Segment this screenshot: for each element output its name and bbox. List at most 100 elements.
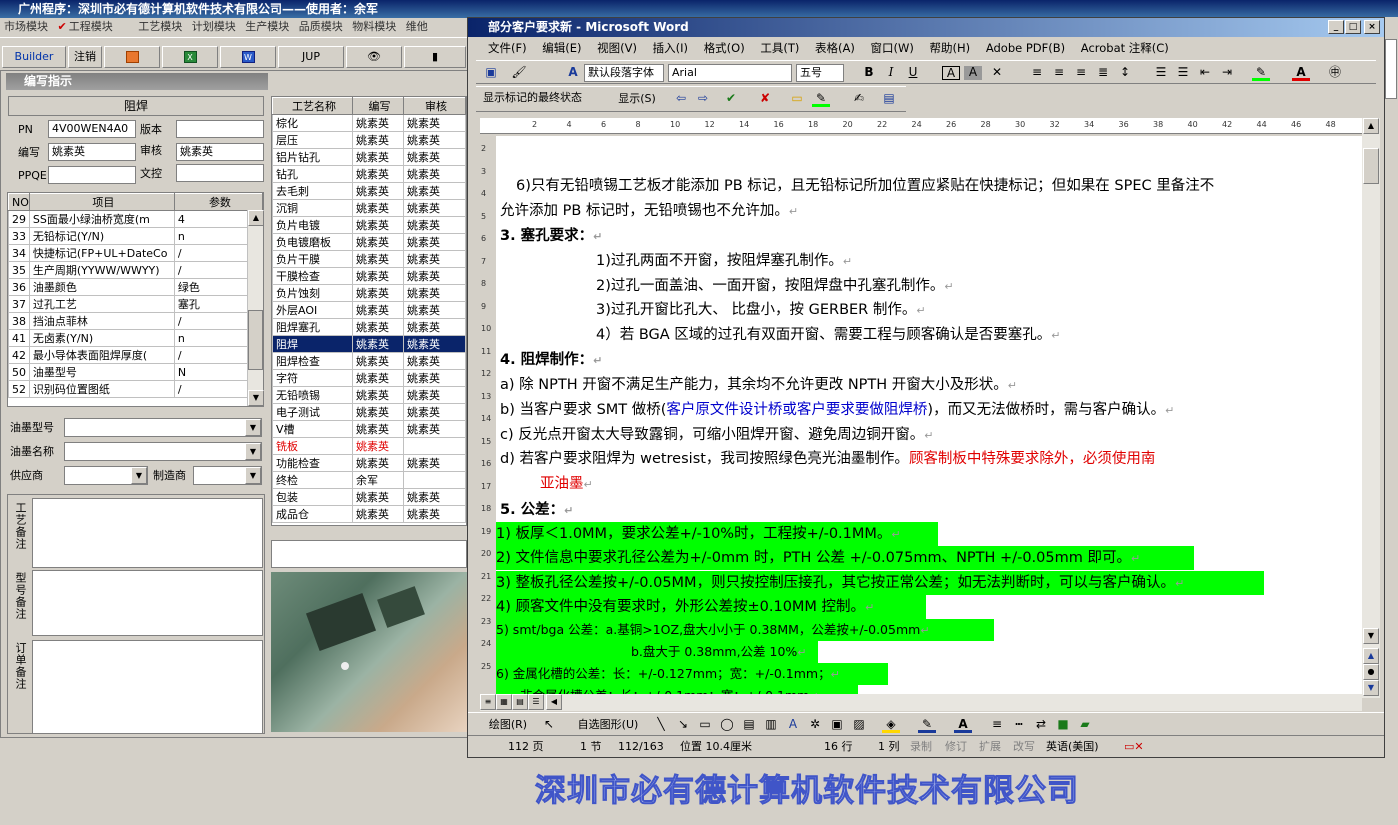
process-row[interactable]: 包装 姚素英 姚素英 (272, 488, 466, 506)
item-row[interactable]: 41 无卤素(Y/N) n (8, 329, 263, 347)
pn-field[interactable]: 4V00WEN4A0 (48, 120, 136, 138)
clipart-icon[interactable]: ▣ (828, 716, 846, 733)
process-row[interactable]: 钻孔 姚素英 姚素英 (272, 165, 466, 183)
process-name[interactable]: 负电镀磨板 (272, 233, 353, 251)
eye-icon[interactable]: 👁 (346, 46, 402, 68)
doc-control-field[interactable] (176, 164, 264, 182)
process-writer[interactable]: 姚素英 (352, 488, 404, 506)
process-writer[interactable]: 姚素英 (352, 454, 404, 472)
process-name[interactable]: V槽 (272, 420, 353, 438)
version-field[interactable] (176, 120, 264, 138)
item-row[interactable]: 33 无铅标记(Y/N) n (8, 227, 263, 245)
process-name[interactable]: 负片电镀 (272, 216, 353, 234)
char-scale-icon[interactable]: ✕ (988, 64, 1006, 81)
font-combo[interactable]: Arial (668, 64, 792, 82)
menu-craft[interactable]: 工艺模块 (138, 20, 182, 33)
maximize-icon[interactable]: □ (1345, 20, 1361, 34)
justify-icon[interactable]: ≣ (1094, 64, 1112, 81)
process-row[interactable]: 棕化 姚素英 姚素英 (272, 114, 466, 132)
scroll-thumb[interactable] (248, 310, 263, 370)
scroll-down-icon[interactable]: ▼ (248, 390, 264, 406)
item-name[interactable]: 最小导体表面阻焊厚度( (28, 346, 175, 364)
char-shading-icon[interactable]: A (964, 66, 982, 80)
scroll-down-icon[interactable]: ▼ (1363, 628, 1379, 644)
memo-model[interactable] (32, 570, 263, 636)
process-name[interactable]: 阻焊塞孔 (272, 318, 353, 336)
status-ext[interactable]: 扩展 (979, 737, 1001, 757)
process-reviewer[interactable]: 姚素英 (403, 216, 466, 234)
increase-indent-icon[interactable]: ⇥ (1218, 64, 1236, 81)
process-writer[interactable]: 姚素英 (352, 216, 404, 234)
document-horizontal-scrollbar[interactable]: ≡ ▦ ▤ ☰ ◀ (480, 694, 1362, 711)
status-rec[interactable]: 录制 (910, 737, 932, 757)
diagram-icon[interactable]: ✲ (806, 716, 824, 733)
item-row[interactable]: 38 挡油点菲林 / (8, 312, 263, 330)
process-name[interactable]: 去毛刺 (272, 182, 353, 200)
process-name[interactable]: 无铅喷锡 (272, 386, 353, 404)
process-writer[interactable]: 姚素英 (352, 403, 404, 421)
powerpoint-icon[interactable] (104, 46, 160, 68)
print-view-icon[interactable]: ▤ (512, 694, 528, 710)
process-reviewer[interactable]: 姚素英 (403, 148, 466, 166)
rectangle-icon[interactable]: ▭ (696, 716, 714, 733)
process-name[interactable]: 钻孔 (272, 165, 353, 183)
process-row[interactable]: 负电镀磨板 姚素英 姚素英 (272, 233, 466, 251)
oval-icon[interactable]: ◯ (718, 716, 736, 733)
next-page-icon[interactable]: ▼ (1363, 680, 1379, 696)
process-reviewer[interactable] (403, 471, 466, 489)
item-row[interactable]: 42 最小导体表面阻焊厚度(/ (8, 346, 263, 364)
bullets-icon[interactable]: ☰ (1174, 64, 1192, 81)
process-writer[interactable]: 姚素英 (352, 369, 404, 387)
show-menu-button[interactable]: 显示(S) (612, 90, 662, 107)
decrease-indent-icon[interactable]: ⇤ (1196, 64, 1214, 81)
format-painter-icon[interactable]: 🖌 (510, 64, 528, 81)
process-reviewer[interactable]: 姚素英 (403, 403, 466, 421)
process-note-field[interactable] (271, 540, 467, 568)
item-no[interactable]: 33 (8, 227, 30, 245)
reviewing-pane-icon[interactable]: ▤ (880, 90, 898, 107)
numbering-icon[interactable]: ☰ (1152, 64, 1170, 81)
process-name[interactable]: 铣板 (272, 437, 353, 455)
spelling-status-icon[interactable]: ▭✕ (1124, 737, 1144, 757)
process-name[interactable]: 阻焊检查 (272, 352, 353, 370)
process-row[interactable]: 沉铜 姚素英 姚素英 (272, 199, 466, 217)
next-change-icon[interactable]: ⇨ (694, 90, 712, 107)
process-writer[interactable]: 余军 (352, 471, 404, 489)
scroll-up-icon[interactable]: ▲ (1363, 118, 1379, 134)
item-name[interactable]: 油墨颜色 (28, 278, 175, 296)
maker-combo[interactable]: ▼ (193, 466, 262, 485)
process-row[interactable]: 负片电镀 姚素英 姚素英 (272, 216, 466, 234)
process-row[interactable]: 字符 姚素英 姚素英 (272, 369, 466, 387)
menu-table[interactable]: 表格(A) (815, 41, 855, 55)
word-icon[interactable]: W (220, 46, 276, 68)
process-reviewer[interactable]: 姚素英 (403, 114, 466, 132)
process-reviewer[interactable]: 姚素英 (403, 505, 466, 523)
comment-icon[interactable]: ▭ (788, 90, 806, 107)
item-name[interactable]: 挡油点菲林 (28, 312, 175, 330)
chevron-down-icon[interactable]: ▼ (245, 467, 261, 484)
process-reviewer[interactable]: 姚素英 (403, 284, 466, 302)
process-row[interactable]: 干膜检查 姚素英 姚素英 (272, 267, 466, 285)
process-name[interactable]: 字符 (272, 369, 353, 387)
item-no[interactable]: 42 (8, 346, 30, 364)
review-display-combo[interactable]: 显示标记的最终状态 (480, 90, 606, 108)
process-writer[interactable]: 姚素英 (352, 352, 404, 370)
prev-page-icon[interactable]: ▲ (1363, 648, 1379, 664)
process-name[interactable]: 包装 (272, 488, 353, 506)
items-grid[interactable]: NO 项目 参数 29 SS面最小绿油桥宽度(m 4 33 无铅标记(Y/N) n 34 快捷… (7, 192, 264, 407)
supplier-combo[interactable]: ▼ (64, 466, 148, 485)
item-no[interactable]: 50 (8, 363, 30, 381)
process-writer[interactable]: 姚素英 (352, 114, 404, 132)
jup-button[interactable]: JUP (278, 46, 344, 68)
process-row[interactable]: 电子测试 姚素英 姚素英 (272, 403, 466, 421)
process-reviewer[interactable]: 姚素英 (403, 420, 466, 438)
align-center-icon[interactable]: ≡ (1050, 64, 1068, 81)
process-writer[interactable]: 姚素英 (352, 420, 404, 438)
phonetic-icon[interactable]: ㊥ (1326, 64, 1344, 81)
line-spacing-icon[interactable]: ↕ (1116, 64, 1134, 81)
menu-engineering[interactable]: 工程模块 (69, 20, 113, 33)
memo-order[interactable] (32, 640, 263, 734)
process-writer[interactable]: 姚素英 (352, 284, 404, 302)
process-writer[interactable]: 姚素英 (352, 301, 404, 319)
item-name[interactable]: 无铅标记(Y/N) (28, 227, 175, 245)
